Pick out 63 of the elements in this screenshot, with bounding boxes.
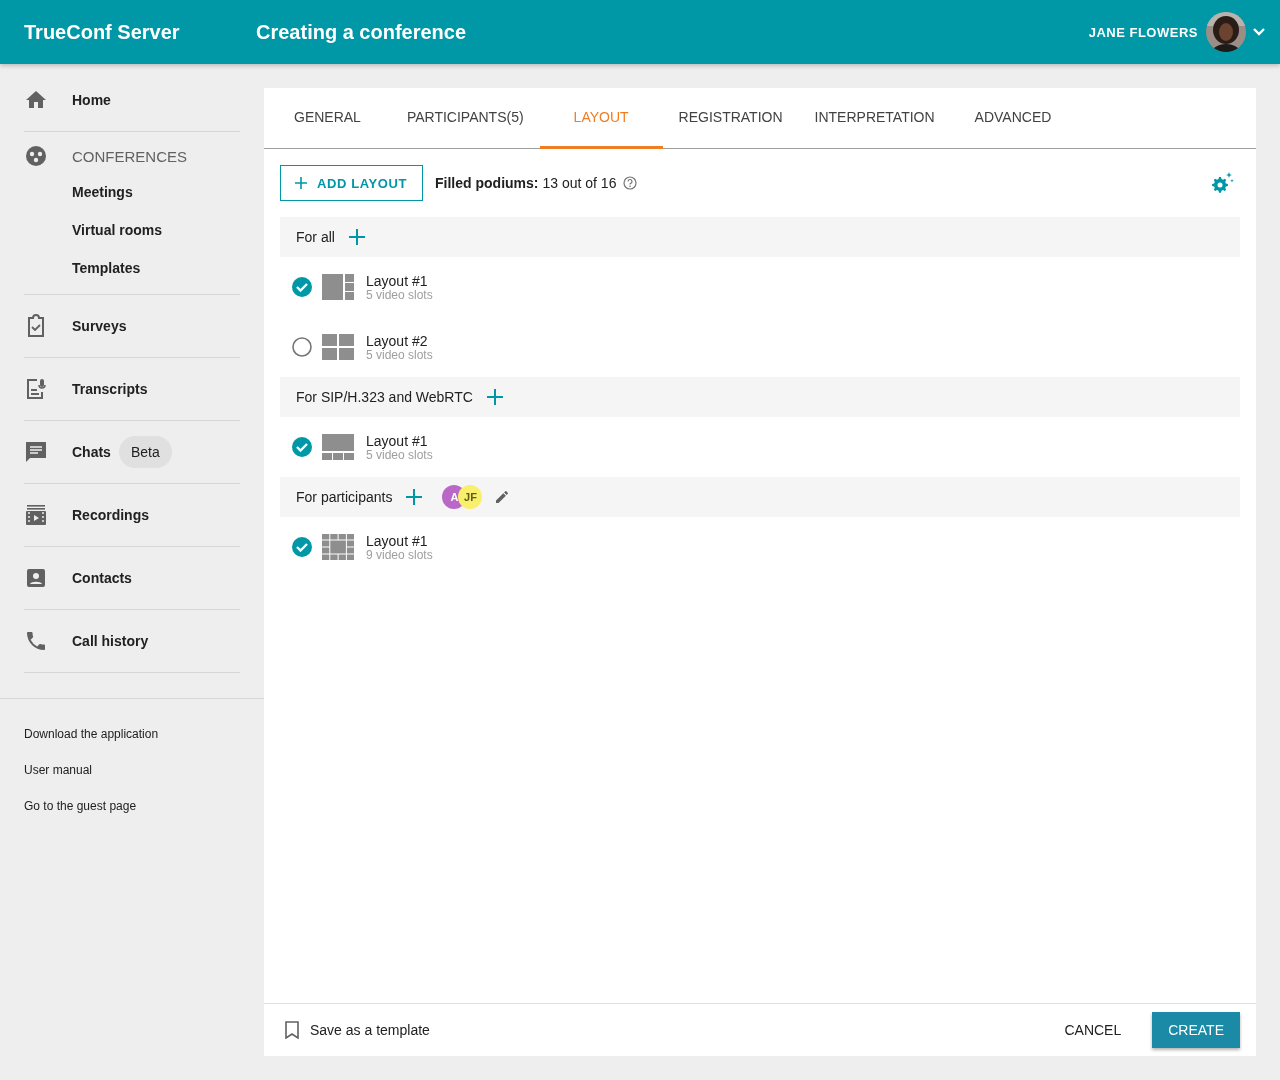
sidebar-item[interactable]: Call history [72,633,149,649]
user-name: JANE FLOWERS [1088,24,1198,40]
add-icon[interactable] [348,229,365,245]
section-title: For participants [296,489,393,505]
contact-card-icon [24,566,48,590]
sidebar-item[interactable]: Virtual rooms [24,211,240,249]
app-name: TrueConf Server [23,20,181,44]
sidebar-item[interactable]: Surveys [72,318,127,334]
add-icon[interactable] [486,389,503,405]
slot-count: 5 video slots [366,448,433,462]
chat-bubble-icon [24,440,48,464]
tab[interactable]: GENERAL [264,88,391,149]
pencil-icon[interactable] [494,489,511,505]
layout-name: Layout #1 [366,272,429,289]
settings-icon[interactable] [1210,171,1234,195]
layout-thumbnail-icon [322,274,354,300]
plus-icon [295,177,307,189]
sidebar-item[interactable]: Templates [24,249,240,287]
tab[interactable]: INTERPRETATION [798,88,951,149]
document-microphone-icon [24,377,48,401]
sidebar-item[interactable]: Contacts [72,570,132,586]
footer-link[interactable]: User manual [24,763,240,799]
checked-radio-icon[interactable] [292,437,312,457]
participant-avatar: JF [458,485,483,509]
add-icon[interactable] [406,489,423,505]
section-title: For SIP/H.323 and WebRTC [296,389,473,405]
tab[interactable]: ADVANCED [950,88,1076,149]
section-title: For all [296,229,335,245]
layout-name: Layout #2 [366,332,429,349]
sidebar-item[interactable]: Home [72,92,111,108]
section-heading: CONFERENCES [72,147,187,165]
footer-link[interactable]: Go to the guest page [24,799,240,835]
slot-count: 5 video slots [366,288,433,302]
beta-badge: Beta [118,436,172,468]
checked-radio-icon[interactable] [292,277,312,297]
film-reel-icon [24,144,48,168]
cancel-button[interactable]: CANCEL [1049,1012,1137,1048]
sidebar-item[interactable]: Transcripts [72,381,148,397]
help-icon[interactable] [623,176,638,190]
layout-name: Layout #1 [366,432,429,449]
tab[interactable]: PARTICIPANTS(5) [390,88,540,149]
radio-button-icon[interactable] [292,337,312,357]
sidebar-item[interactable]: Meetings [24,173,240,211]
phone-icon [24,629,48,653]
chevron-down-icon[interactable] [1252,27,1266,37]
sidebar-item[interactable]: Recordings [72,507,149,523]
film-icon [24,503,48,527]
footer-link[interactable]: Download the application [24,727,240,763]
bookmark-icon [284,1021,300,1039]
page-title: Creating a conference [256,20,468,44]
sidebar-item[interactable]: Chats [72,444,111,460]
layout-name: Layout #1 [366,532,429,549]
layout-thumbnail-icon [322,434,354,460]
save-template-button[interactable]: Save as a template [284,1021,430,1039]
tab[interactable]: REGISTRATION [662,88,799,149]
slot-count: 5 video slots [366,348,433,362]
layout-thumbnail-icon [322,334,354,360]
checked-radio-icon[interactable] [292,537,312,557]
slot-count: 9 video slots [366,548,433,562]
add-layout-button[interactable]: ADD LAYOUT [280,165,424,201]
filled-podiums-text: Filled podiums: 13 out of 16 [435,175,617,191]
layout-thumbnail-icon [322,534,354,560]
create-button[interactable]: CREATE [1152,1012,1240,1048]
